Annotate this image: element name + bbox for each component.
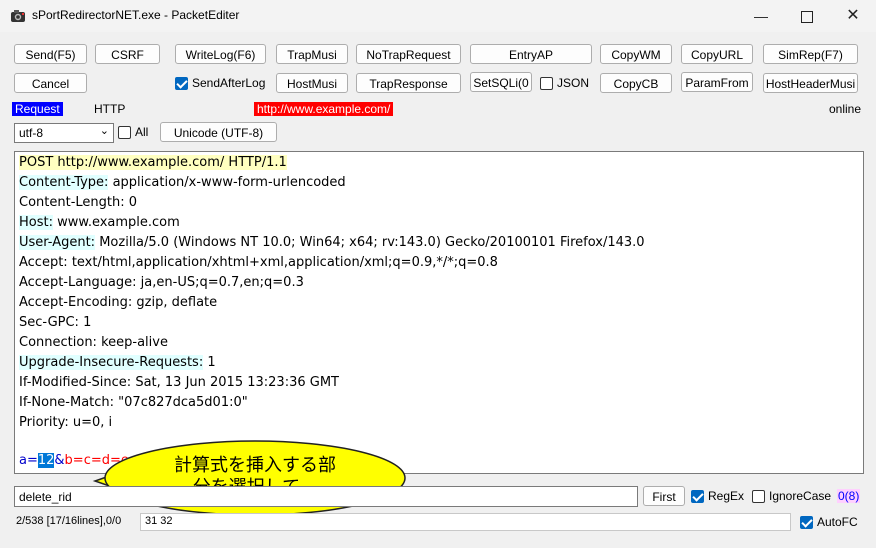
copywm-button[interactable]: CopyWM xyxy=(600,44,672,64)
close-icon: ✕ xyxy=(846,7,860,24)
regex-label: RegEx xyxy=(708,489,745,503)
header-key: If-None-Match: xyxy=(19,395,115,410)
first-button[interactable]: First xyxy=(643,486,685,506)
header-line: Accept: text/html,application/xhtml+xml,… xyxy=(19,254,498,272)
header-key: Accept-Language: xyxy=(19,275,137,290)
header-value: www.example.com xyxy=(52,215,180,230)
copycb-button[interactable]: CopyCB xyxy=(600,73,672,93)
cancel-button[interactable]: Cancel xyxy=(14,73,87,93)
header-value: application/x-www-form-urlencoded xyxy=(108,175,346,190)
send-after-log-label: SendAfterLog xyxy=(192,76,266,90)
url-badge: http://www.example.com/ xyxy=(254,102,394,116)
close-button[interactable]: ✕ xyxy=(830,0,876,32)
autofc-label: AutoFC xyxy=(817,515,858,529)
hex-field[interactable]: 31 32 xyxy=(140,513,791,531)
header-value: ja,en-US;q=0.7,en;q=0.3 xyxy=(136,275,304,290)
header-key: Content-Length: xyxy=(19,195,125,210)
header-key: Accept-Encoding: xyxy=(19,295,133,310)
header-value: "07c827dca5d01:0" xyxy=(114,395,248,410)
header-key: Priority: xyxy=(19,415,69,430)
setsqli-button[interactable]: SetSQLi(0 xyxy=(470,72,532,92)
header-line: Accept-Encoding: gzip, deflate xyxy=(19,294,217,312)
protocol-label: HTTP xyxy=(94,102,126,116)
header-key: Connection: xyxy=(19,335,97,350)
request-badge: Request xyxy=(12,102,63,116)
header-line: Priority: u=0, i xyxy=(19,414,112,432)
header-line: If-Modified-Since: Sat, 13 Jun 2015 13:2… xyxy=(19,374,339,392)
header-key: Content-Type: xyxy=(19,175,109,190)
header-key: Upgrade-Insecure-Requests: xyxy=(19,355,204,370)
csrf-button[interactable]: CSRF xyxy=(95,44,160,64)
header-line: Sec-GPC: 1 xyxy=(19,314,91,332)
encoding-value: utf-8 xyxy=(19,126,44,140)
window-title: sPortRedirectorNET.exe - PacketEditer xyxy=(32,8,240,22)
send-button[interactable]: Send(F5) xyxy=(14,44,87,64)
json-checkbox[interactable] xyxy=(540,77,553,90)
simrep-button[interactable]: SimRep(F7) xyxy=(763,44,858,64)
online-status: online xyxy=(829,102,862,116)
header-line: Host: www.example.com xyxy=(19,214,180,232)
header-value: Mozilla/5.0 (Windows NT 10.0; Win64; x64… xyxy=(95,235,645,250)
match-count: 0(8) xyxy=(837,489,861,503)
app-icon xyxy=(11,10,25,22)
chevron-down-icon: ⌄ xyxy=(99,125,109,137)
hostmusi-button[interactable]: HostMusi xyxy=(276,73,348,93)
header-line: If-None-Match: "07c827dca5d01:0" xyxy=(19,394,248,412)
header-value: Sat, 13 Jun 2015 13:23:36 GMT xyxy=(131,375,339,390)
minimize-button[interactable]: — xyxy=(738,0,784,32)
notraprequest-button[interactable]: NoTrapRequest xyxy=(356,44,461,64)
maximize-icon xyxy=(801,11,813,24)
autofc-checkbox[interactable] xyxy=(800,516,813,529)
maximize-button[interactable] xyxy=(784,0,830,32)
writelog-button[interactable]: WriteLog(F6) xyxy=(175,44,266,64)
header-key: Accept: xyxy=(19,255,68,270)
header-key: Host: xyxy=(19,215,53,230)
copyurl-button[interactable]: CopyURL xyxy=(681,44,753,64)
header-key: Sec-GPC: xyxy=(19,315,79,330)
header-value: 1 xyxy=(203,355,216,370)
header-line: Upgrade-Insecure-Requests: 1 xyxy=(19,354,216,372)
position-status: 2/538 [17/16lines],0/0 xyxy=(16,515,122,527)
header-value: u=0, i xyxy=(68,415,113,430)
ignorecase-checkbox[interactable] xyxy=(752,490,765,503)
header-key: POST http://www.example.com/ HTTP/1.1 xyxy=(19,155,287,170)
all-label: All xyxy=(135,125,149,139)
ignorecase-label: IgnoreCase xyxy=(769,489,832,503)
send-after-log-checkbox[interactable] xyxy=(175,77,188,90)
hex-value: 31 32 xyxy=(145,515,173,527)
hostheadermusi-button[interactable]: HostHeaderMusi xyxy=(763,73,858,93)
header-line: Connection: keep-alive xyxy=(19,334,168,352)
header-line: Content-Type: application/x-www-form-url… xyxy=(19,174,346,192)
search-value: delete_rid xyxy=(19,490,72,504)
header-value: keep-alive xyxy=(96,335,168,350)
search-input[interactable]: delete_rid xyxy=(14,486,638,507)
header-key: If-Modified-Since: xyxy=(19,375,132,390)
header-key: User-Agent: xyxy=(19,235,96,250)
header-value: text/html,application/xhtml+xml,applicat… xyxy=(67,255,498,270)
header-line: Accept-Language: ja,en-US;q=0.7,en;q=0.3 xyxy=(19,274,304,292)
json-label: JSON xyxy=(557,76,590,90)
packet-editor[interactable]: POST http://www.example.com/ HTTP/1.1 Con… xyxy=(14,151,864,474)
header-value: gzip, deflate xyxy=(132,295,218,310)
body-param-a-key: a= xyxy=(19,453,38,468)
all-checkbox[interactable] xyxy=(118,126,131,139)
regex-checkbox[interactable] xyxy=(691,490,704,503)
entryap-button[interactable]: EntryAP xyxy=(470,44,592,64)
trapresponse-button[interactable]: TrapResponse xyxy=(356,73,461,93)
unicode-button[interactable]: Unicode (UTF-8) xyxy=(160,122,277,142)
header-line: User-Agent: Mozilla/5.0 (Windows NT 10.0… xyxy=(19,234,645,252)
paramfrom-button[interactable]: ParamFrom xyxy=(681,72,753,92)
callout-line-1: 計算式を挿入する部 xyxy=(174,455,336,476)
trapmusi-button[interactable]: TrapMusi xyxy=(276,44,348,64)
header-line: Content-Length: 0 xyxy=(19,194,137,212)
minimize-icon: — xyxy=(754,8,768,24)
header-value: 0 xyxy=(124,195,138,210)
header-line: POST http://www.example.com/ HTTP/1.1 xyxy=(19,154,287,172)
encoding-select[interactable]: utf-8 ⌄ xyxy=(14,123,114,143)
title-bar: sPortRedirectorNET.exe - PacketEditer — … xyxy=(0,0,876,32)
header-value: 1 xyxy=(78,315,92,330)
